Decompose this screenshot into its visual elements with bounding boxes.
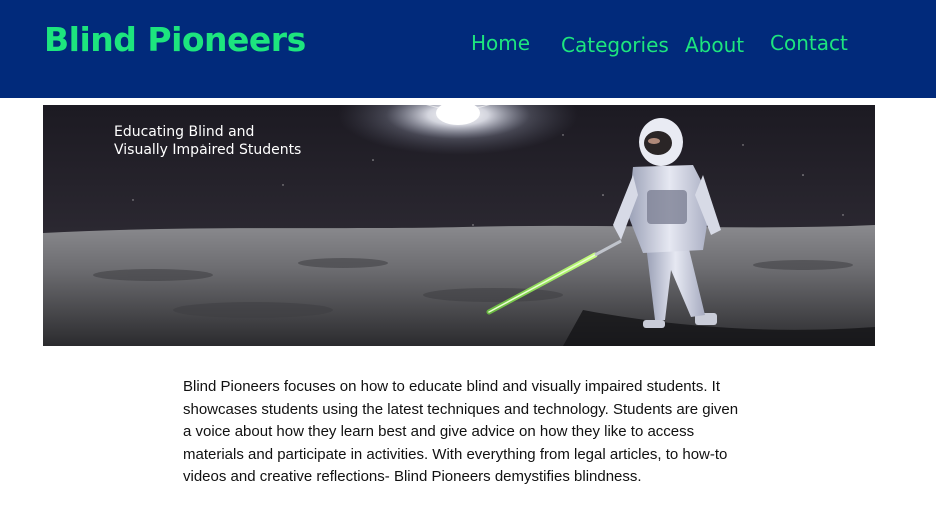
nav-contact[interactable]: Contact: [770, 31, 848, 55]
hero-caption-line-2: Visually Impaired Students: [114, 142, 302, 158]
hero-banner: Educating Blind and Visually Impaired St…: [43, 105, 875, 346]
nav-categories[interactable]: Categories: [561, 33, 669, 57]
site-header: Blind Pioneers Home Categories About Con…: [0, 0, 936, 98]
hero-caption-line-1: Educating Blind and: [114, 124, 255, 140]
hero-caption: Educating Blind and Visually Impaired St…: [114, 123, 344, 159]
site-description: Blind Pioneers focuses on how to educate…: [183, 378, 739, 485]
nav-about[interactable]: About: [685, 33, 744, 57]
nav-home[interactable]: Home: [471, 31, 530, 55]
site-title-link[interactable]: Blind Pioneers: [44, 20, 306, 59]
